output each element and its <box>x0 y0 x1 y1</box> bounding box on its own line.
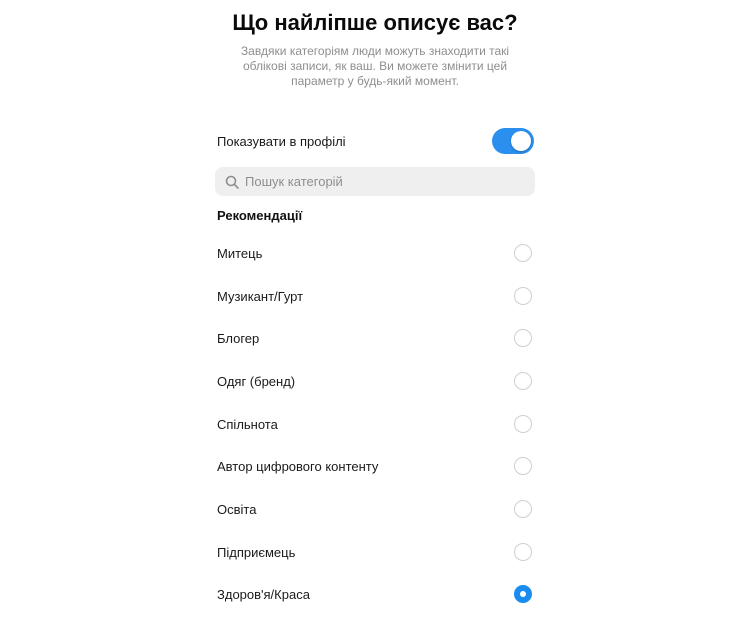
category-row-musician-band[interactable]: Музикант/Гурт <box>217 278 534 314</box>
show-in-profile-row: Показувати в профілі <box>217 123 534 159</box>
category-row-education[interactable]: Освіта <box>217 491 534 527</box>
category-row-clothing-brand[interactable]: Одяг (бренд) <box>217 363 534 399</box>
category-radio[interactable] <box>514 287 532 305</box>
category-row-community[interactable]: Спільнота <box>217 406 534 442</box>
page-subtitle: Завдяки категоріям люди можуть знаходити… <box>240 44 510 88</box>
category-label: Музикант/Гурт <box>217 288 304 304</box>
category-radio[interactable] <box>514 415 532 433</box>
category-row-entrepreneur[interactable]: Підприємець <box>217 534 534 570</box>
toggle-knob <box>511 131 531 151</box>
category-label: Освіта <box>217 501 257 517</box>
category-label: Автор цифрового контенту <box>217 458 379 474</box>
show-in-profile-label: Показувати в профілі <box>217 133 346 149</box>
category-label: Блогер <box>217 330 260 346</box>
category-picker-page: Що найліпше описує вас? Завдяки категорі… <box>0 0 750 618</box>
recommendations-heading: Рекомендації <box>217 208 303 223</box>
category-label: Одяг (бренд) <box>217 373 296 389</box>
category-radio[interactable] <box>514 543 532 561</box>
category-radio[interactable] <box>514 457 532 475</box>
category-label: Здоров'я/Краса <box>217 586 310 602</box>
search-bar[interactable] <box>215 167 535 196</box>
category-radio[interactable] <box>514 372 532 390</box>
category-radio[interactable] <box>514 500 532 518</box>
category-radio[interactable] <box>514 329 532 347</box>
show-in-profile-toggle[interactable] <box>492 128 534 154</box>
category-row-health-beauty[interactable]: Здоров'я/Краса <box>217 576 534 612</box>
search-input[interactable] <box>245 174 525 189</box>
category-row-artist[interactable]: Митець <box>217 235 534 271</box>
category-row-digital-creator[interactable]: Автор цифрового контенту <box>217 448 534 484</box>
category-radio-selected[interactable] <box>514 585 532 603</box>
category-label: Підприємець <box>217 544 296 560</box>
search-icon <box>225 175 239 189</box>
category-label: Митець <box>217 245 263 261</box>
category-row-blogger[interactable]: Блогер <box>217 320 534 356</box>
page-title: Що найліпше описує вас? <box>232 10 518 35</box>
category-label: Спільнота <box>217 416 278 432</box>
category-radio[interactable] <box>514 244 532 262</box>
